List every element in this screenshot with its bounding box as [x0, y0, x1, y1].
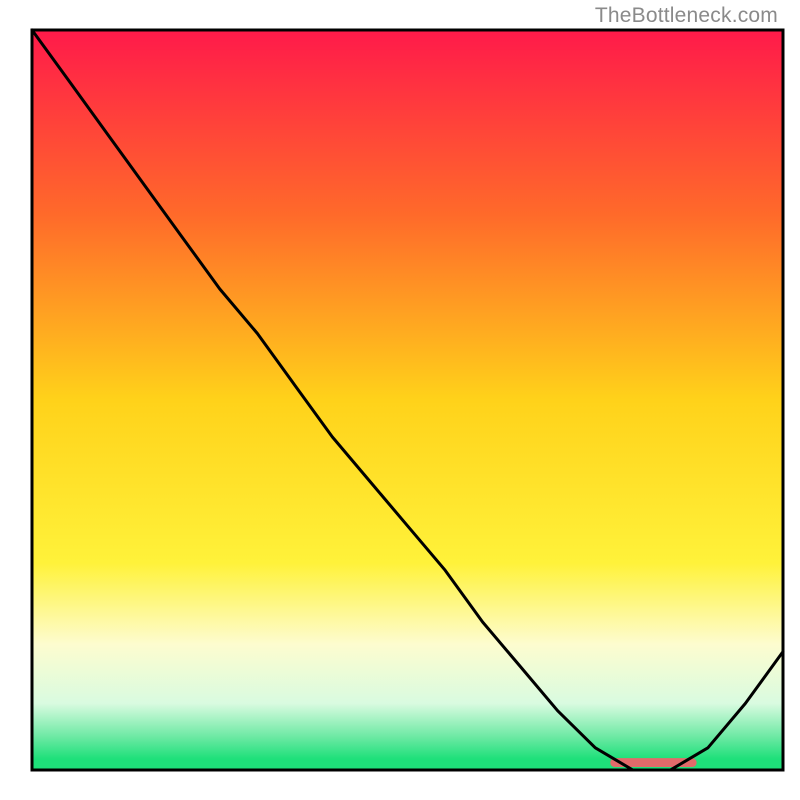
chart-canvas	[0, 0, 800, 800]
watermark-text: TheBottleneck.com	[595, 4, 778, 28]
plot-background	[32, 30, 783, 770]
